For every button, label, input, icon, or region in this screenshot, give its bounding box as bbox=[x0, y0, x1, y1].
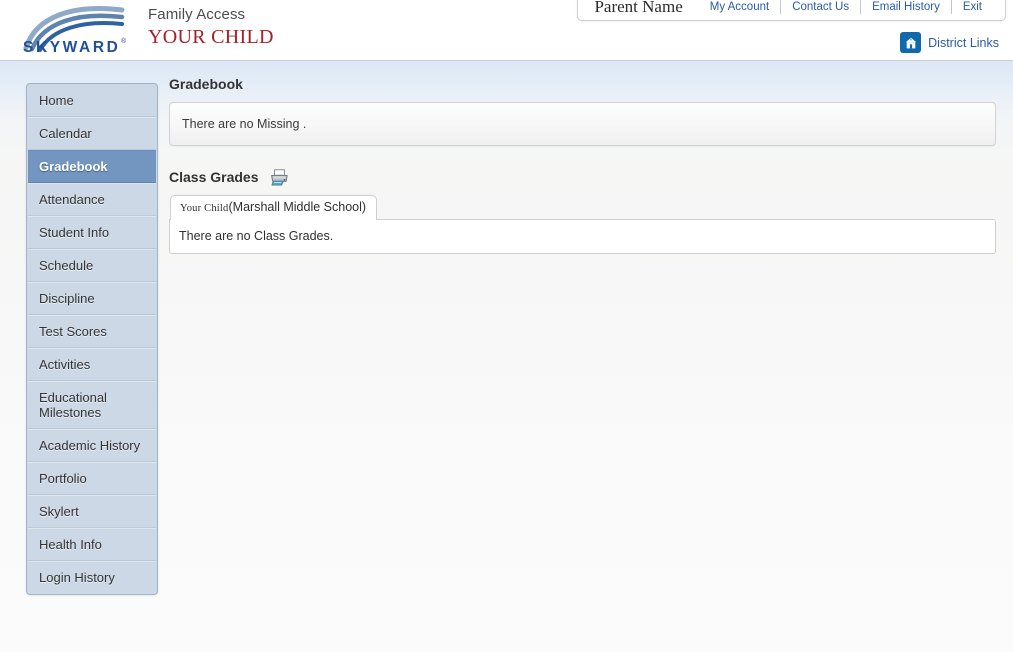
brand-block: SKYWARD ® Family Access YOUR CHILD bbox=[22, 2, 274, 54]
sidebar-item-health-info[interactable]: Health Info bbox=[28, 528, 156, 561]
sidebar-item-discipline[interactable]: Discipline bbox=[28, 282, 156, 315]
product-name: Family Access bbox=[148, 6, 246, 23]
link-email-history[interactable]: Email History bbox=[861, 1, 951, 13]
class-grades-tabstrip: Your Child(Marshall Middle School) bbox=[170, 195, 996, 220]
parent-name: Parent Name bbox=[594, 0, 683, 16]
brand-titles: Family Access YOUR CHILD bbox=[148, 6, 274, 49]
school-building-icon bbox=[900, 32, 922, 53]
class-grades-heading: Class Grades bbox=[169, 168, 996, 186]
gradebook-heading: Gradebook bbox=[169, 76, 243, 92]
svg-text:®: ® bbox=[121, 37, 127, 45]
svg-text:SKYWARD: SKYWARD bbox=[23, 39, 120, 54]
sidebar-item-test-scores[interactable]: Test Scores bbox=[28, 315, 156, 348]
sidebar-item-calendar[interactable]: Calendar bbox=[28, 117, 156, 150]
sidebar-item-skylert[interactable]: Skylert bbox=[28, 495, 156, 528]
sidebar-item-login-history[interactable]: Login History bbox=[28, 561, 156, 593]
class-grades-message: There are no Class Grades. bbox=[179, 229, 334, 243]
link-exit[interactable]: Exit bbox=[952, 1, 993, 13]
district-links-label: District Links bbox=[928, 35, 999, 50]
student-name: YOUR CHILD bbox=[148, 26, 274, 48]
tab-school-name: (Marshall Middle School) bbox=[228, 200, 367, 214]
printer-glyph bbox=[270, 168, 288, 186]
tab-your-child[interactable]: Your Child(Marshall Middle School) bbox=[170, 195, 378, 220]
sidebar-item-gradebook[interactable]: Gradebook bbox=[28, 150, 156, 183]
account-bar: Parent Name My Account Contact Us Email … bbox=[577, 0, 1006, 21]
school-building-glyph bbox=[905, 37, 916, 48]
class-grades-tabs-region: Your Child(Marshall Middle School) There… bbox=[169, 195, 996, 254]
main-content: Gradebook There are no Missing . Class G… bbox=[169, 75, 996, 254]
sidebar-item-educational-milestones[interactable]: Educational Milestones bbox=[28, 381, 156, 429]
sidebar-item-portfolio[interactable]: Portfolio bbox=[28, 462, 156, 495]
page-header: SKYWARD ® Family Access YOUR CHILD Paren… bbox=[0, 0, 1013, 61]
sidebar-item-academic-history[interactable]: Academic History bbox=[28, 429, 156, 462]
class-grades-panel: There are no Class Grades. bbox=[169, 219, 996, 254]
sidebar-item-activities[interactable]: Activities bbox=[28, 348, 156, 381]
skyward-logo: SKYWARD ® bbox=[22, 2, 130, 54]
link-my-account[interactable]: My Account bbox=[699, 1, 780, 13]
gradebook-message-panel: There are no Missing . bbox=[169, 102, 996, 146]
printer-icon[interactable] bbox=[270, 168, 289, 186]
gradebook-message: There are no Missing . bbox=[182, 117, 307, 131]
sidebar-nav: Home Calendar Gradebook Attendance Stude… bbox=[26, 83, 158, 595]
sidebar-item-attendance[interactable]: Attendance bbox=[28, 183, 156, 216]
tab-student-name: Your Child bbox=[180, 203, 229, 214]
sidebar-item-home[interactable]: Home bbox=[28, 85, 156, 117]
account-links: My Account Contact Us Email History Exit bbox=[699, 0, 993, 15]
sidebar-item-schedule[interactable]: Schedule bbox=[28, 249, 156, 282]
skyward-logo-graphic: SKYWARD ® bbox=[23, 6, 127, 54]
district-links-button[interactable]: District Links bbox=[900, 32, 999, 53]
sidebar-item-student-info[interactable]: Student Info bbox=[28, 216, 156, 249]
page-body: Home Calendar Gradebook Attendance Stude… bbox=[0, 61, 1013, 652]
page-layout: Home Calendar Gradebook Attendance Stude… bbox=[0, 61, 1013, 595]
class-grades-title: Class Grades bbox=[169, 169, 259, 185]
link-contact-us[interactable]: Contact Us bbox=[781, 1, 860, 13]
